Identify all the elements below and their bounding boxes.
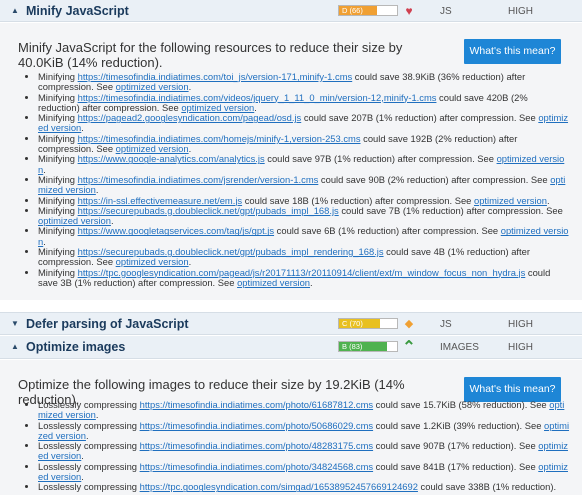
list-item: Losslessly compressing https://tpc.googl… bbox=[38, 482, 570, 492]
resource-link[interactable]: https://timesofindia.indiatimes.com/phot… bbox=[140, 399, 373, 410]
list-item: Minifying https://securepubads.g.doublec… bbox=[38, 246, 570, 268]
rule-type: IMAGES bbox=[440, 342, 479, 353]
list-item: Minifying https://www.google-analytics.c… bbox=[38, 154, 570, 175]
list-item: Losslessly compressing https://timesofin… bbox=[38, 440, 570, 462]
rule-row-defer-parsing[interactable]: ▼ Defer parsing of JavaScript C (70) ◆ J… bbox=[0, 312, 582, 335]
list-item: Minifying https://timesofindia.indiatime… bbox=[38, 133, 570, 155]
grade-label: B (83) bbox=[342, 342, 363, 351]
resource-link[interactable]: https://tpc.googlesyndication.com/simgad… bbox=[140, 481, 418, 492]
grade-fill: D (66) bbox=[339, 6, 378, 15]
whats-this-mean-button[interactable]: What's this mean? bbox=[464, 39, 561, 64]
chevron-up-icon: ⌃ bbox=[402, 339, 416, 356]
grade-label: C (70) bbox=[342, 319, 363, 328]
grade-bar: D (66) bbox=[338, 5, 398, 16]
rule-details-optimize-images: Optimize the following images to reduce … bbox=[0, 360, 582, 495]
grade-label: D (66) bbox=[342, 6, 363, 15]
list-item: Minifying https://tpc.googlesyndication.… bbox=[38, 267, 570, 289]
rule-priority: HIGH bbox=[508, 6, 533, 17]
item-savings-text: could save 97B (1% reduction) after comp… bbox=[264, 153, 497, 165]
rule-priority: HIGH bbox=[508, 319, 533, 330]
resource-link[interactable]: https://timesofindia.indiatimes.com/phot… bbox=[140, 440, 373, 451]
optimized-version-link[interactable]: optimized version bbox=[237, 277, 310, 288]
item-end-text: . bbox=[310, 276, 313, 288]
heart-icon: ♥ bbox=[405, 4, 413, 18]
item-savings-text: could save 15.7KiB (58% reduction). See bbox=[373, 399, 550, 410]
resource-link[interactable]: https://timesofindia.indiatimes.com/jsre… bbox=[78, 174, 319, 185]
resource-link[interactable]: https://timesofindia.indiatimes.com/phot… bbox=[140, 461, 373, 472]
rule-row-optimize-images[interactable]: ▲ Optimize images B (83) ⌃ IMAGES HIGH bbox=[0, 336, 582, 359]
grade-fill: C (70) bbox=[339, 319, 380, 328]
grade-bar: B (83) bbox=[338, 341, 398, 352]
resource-link[interactable]: https://pagead2.googlesyndication.com/pa… bbox=[78, 112, 302, 123]
item-savings-text: could save 1.2KiB (39% reduction). See bbox=[373, 419, 545, 431]
rule-details-minify-javascript: Minify JavaScript for the following reso… bbox=[0, 23, 582, 300]
resource-list: Minifying https://timesofindia.indiatime… bbox=[24, 71, 570, 289]
grade-bar: C (70) bbox=[338, 318, 398, 329]
rule-summary: Minify JavaScript for the following reso… bbox=[18, 40, 403, 70]
item-savings-text: could save 841B (17% reduction). See bbox=[373, 460, 539, 472]
collapse-toggle-icon[interactable]: ▲ bbox=[11, 342, 19, 351]
item-savings-text: could save 7B (1% reduction) after compr… bbox=[338, 204, 563, 216]
list-item: Minifying https://timesofindia.indiatime… bbox=[38, 71, 570, 93]
list-item: Losslessly compressing https://timesofin… bbox=[38, 419, 570, 442]
rule-title[interactable]: Optimize images bbox=[26, 340, 125, 354]
resource-link[interactable]: https://www.google-analytics.com/analyti… bbox=[78, 153, 265, 164]
resource-link[interactable]: https://securepubads.g.doubleclick.net/g… bbox=[78, 205, 339, 216]
resource-link[interactable]: https://www.googletagservices.com/tag/js… bbox=[78, 225, 274, 236]
list-item: Losslessly compressing https://timesofin… bbox=[38, 460, 570, 483]
list-item: Losslessly compressing https://timesofin… bbox=[38, 399, 570, 421]
rule-title[interactable]: Defer parsing of JavaScript bbox=[26, 317, 189, 331]
list-item: Minifying https://timesofindia.indiatime… bbox=[38, 173, 570, 196]
resource-list: Losslessly compressing https://timesofin… bbox=[24, 399, 570, 493]
item-savings-text: could save 6B (1% reduction) after compr… bbox=[274, 225, 501, 237]
list-item: Minifying https://securepubads.g.doublec… bbox=[38, 204, 570, 227]
rule-title[interactable]: Minify JavaScript bbox=[26, 4, 129, 18]
rule-type: JS bbox=[440, 6, 452, 17]
item-prefix-text: Losslessly compressing bbox=[38, 481, 140, 493]
expand-toggle-icon[interactable]: ▼ bbox=[11, 319, 19, 328]
rule-priority: HIGH bbox=[508, 342, 533, 353]
list-item: Minifying https://pagead2.googlesyndicat… bbox=[38, 112, 570, 134]
resource-link[interactable]: https://timesofindia.indiatimes.com/phot… bbox=[140, 420, 373, 431]
diamond-icon: ◆ bbox=[404, 318, 414, 330]
item-savings-text: could save 90B (2% reduction) after comp… bbox=[318, 173, 551, 185]
list-item: Minifying https://www.googletagservices.… bbox=[38, 226, 570, 247]
grade-fill: B (83) bbox=[339, 342, 388, 351]
collapse-toggle-icon[interactable]: ▲ bbox=[11, 6, 19, 15]
item-savings-text: could save 907B (17% reduction). See bbox=[373, 440, 539, 452]
rule-type: JS bbox=[440, 319, 452, 330]
item-savings-text: could save 338B (1% reduction). bbox=[417, 481, 557, 493]
rule-row-minify-javascript[interactable]: ▲ Minify JavaScript D (66) ♥ JS HIGH bbox=[0, 0, 582, 22]
item-savings-text: could save 207B (1% reduction) after com… bbox=[301, 112, 539, 124]
list-item: Minifying https://timesofindia.indiatime… bbox=[38, 92, 570, 114]
